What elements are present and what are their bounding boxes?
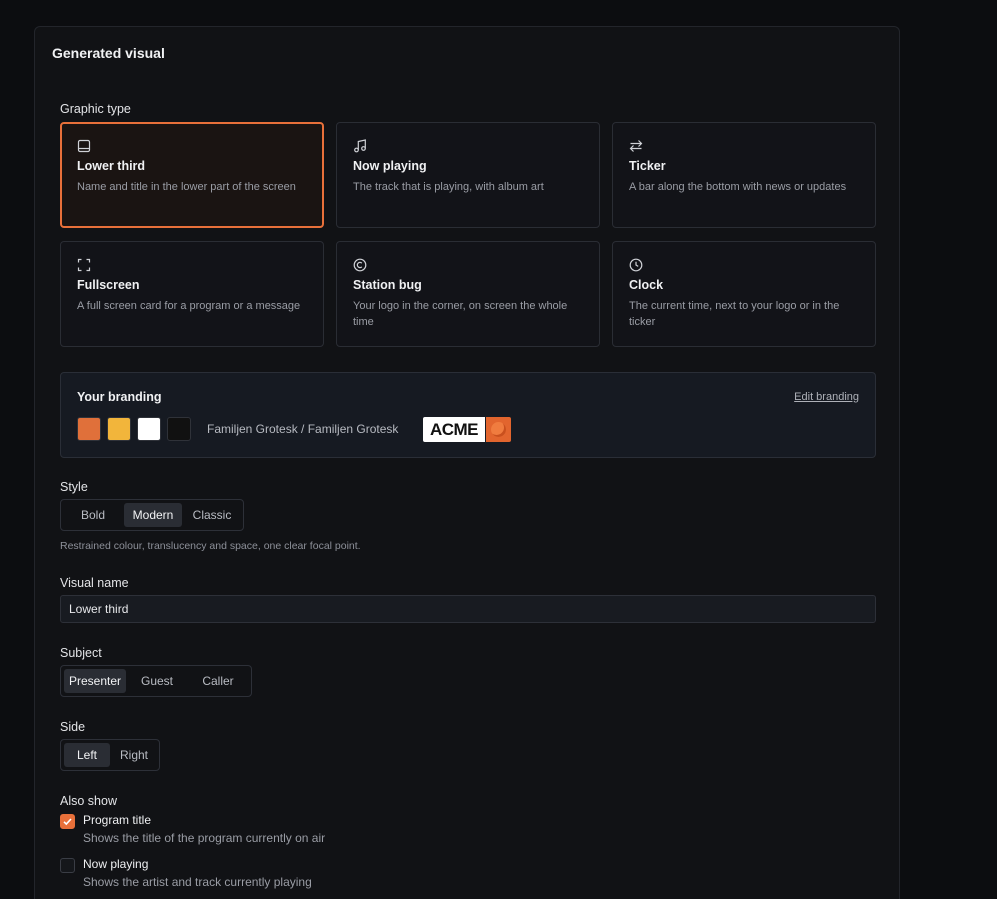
side-option-left[interactable]: Left bbox=[64, 743, 110, 767]
lower-third-icon bbox=[77, 139, 91, 153]
visual-name-label: Visual name bbox=[60, 576, 129, 590]
subject-option-caller[interactable]: Caller bbox=[188, 669, 248, 693]
card-desc: Your logo in the corner, on screen the w… bbox=[353, 300, 568, 328]
also-show-label: Also show bbox=[60, 794, 117, 808]
brand-color-swatch bbox=[107, 417, 131, 441]
card-title: Fullscreen bbox=[77, 278, 140, 292]
brand-color-swatch bbox=[137, 417, 161, 441]
music-note-icon bbox=[354, 139, 366, 153]
brand-logo-mark bbox=[486, 417, 511, 442]
side-label: Side bbox=[60, 720, 86, 734]
program-title-option-label: Program title bbox=[83, 813, 152, 827]
subject-label: Subject bbox=[60, 646, 102, 660]
subject-option-presenter[interactable]: Presenter bbox=[64, 669, 126, 693]
now-playing-option-label: Now playing bbox=[83, 857, 149, 871]
graphic-type-label: Graphic type bbox=[60, 102, 131, 116]
graphic-type-grid: Lower third Name and title in the lower … bbox=[60, 122, 876, 347]
style-segmented-control: Bold Modern Classic bbox=[60, 499, 244, 531]
graphic-type-now-playing[interactable]: Now playing The track that is playing, w… bbox=[336, 122, 600, 228]
branding-box: Your branding Edit branding Familjen Gro… bbox=[60, 372, 876, 458]
graphic-type-station-bug[interactable]: Station bug Your logo in the corner, on … bbox=[336, 241, 600, 347]
card-title: Clock bbox=[629, 278, 664, 292]
style-label: Style bbox=[60, 480, 88, 494]
card-title: Station bug bbox=[353, 278, 422, 292]
brand-logo: ACME bbox=[423, 417, 511, 442]
arrows-swap-icon bbox=[629, 140, 643, 152]
program-title-option-desc: Shows the title of the program currently… bbox=[83, 831, 326, 845]
card-title: Lower third bbox=[77, 159, 146, 173]
card-desc: A full screen card for a program or a me… bbox=[77, 300, 301, 312]
graphic-type-ticker[interactable]: Ticker A bar along the bottom with news … bbox=[612, 122, 876, 228]
style-option-modern[interactable]: Modern bbox=[124, 503, 182, 527]
branding-title: Your branding bbox=[77, 390, 162, 404]
fullscreen-icon bbox=[77, 258, 91, 272]
brand-color-swatch bbox=[77, 417, 101, 441]
subject-option-guest[interactable]: Guest bbox=[128, 669, 186, 693]
now-playing-checkbox[interactable] bbox=[60, 858, 75, 873]
checkmark-icon bbox=[63, 818, 72, 826]
card-desc: Name and title in the lower part of the … bbox=[77, 181, 296, 193]
generated-visual-panel: Generated visual Graphic type Lower thir… bbox=[34, 26, 900, 899]
card-title: Ticker bbox=[629, 159, 666, 173]
brand-color-swatches bbox=[77, 417, 191, 441]
style-hint: Restrained colour, translucency and spac… bbox=[60, 540, 361, 552]
card-desc: The current time, next to your logo or i… bbox=[629, 300, 840, 328]
card-desc: A bar along the bottom with news or upda… bbox=[629, 181, 847, 193]
card-desc: The track that is playing, with album ar… bbox=[353, 181, 544, 193]
also-show-program-title: Program title Shows the title of the pro… bbox=[60, 813, 325, 845]
visual-name-input[interactable] bbox=[60, 595, 876, 623]
side-segmented-control: Left Right bbox=[60, 739, 160, 771]
graphic-type-clock[interactable]: Clock The current time, next to your log… bbox=[612, 241, 876, 347]
graphic-type-fullscreen[interactable]: Fullscreen A full screen card for a prog… bbox=[60, 241, 324, 347]
brand-fonts: Familjen Grotesk / Familjen Grotesk bbox=[207, 422, 399, 436]
edit-branding-link[interactable]: Edit branding bbox=[794, 391, 859, 403]
copyright-icon bbox=[353, 258, 367, 272]
brand-logo-word: ACME bbox=[423, 417, 485, 442]
side-option-right[interactable]: Right bbox=[112, 743, 156, 767]
style-option-classic[interactable]: Classic bbox=[184, 503, 240, 527]
brand-color-swatch bbox=[167, 417, 191, 441]
now-playing-option-desc: Shows the artist and track currently pla… bbox=[83, 875, 312, 889]
program-title-checkbox[interactable] bbox=[60, 814, 75, 829]
subject-segmented-control: Presenter Guest Caller bbox=[60, 665, 252, 697]
panel-title: Generated visual bbox=[52, 45, 165, 61]
clock-icon bbox=[629, 258, 643, 272]
card-title: Now playing bbox=[353, 159, 427, 173]
graphic-type-lower-third[interactable]: Lower third Name and title in the lower … bbox=[60, 122, 324, 228]
also-show-now-playing: Now playing Shows the artist and track c… bbox=[60, 857, 312, 889]
style-option-bold[interactable]: Bold bbox=[64, 503, 122, 527]
